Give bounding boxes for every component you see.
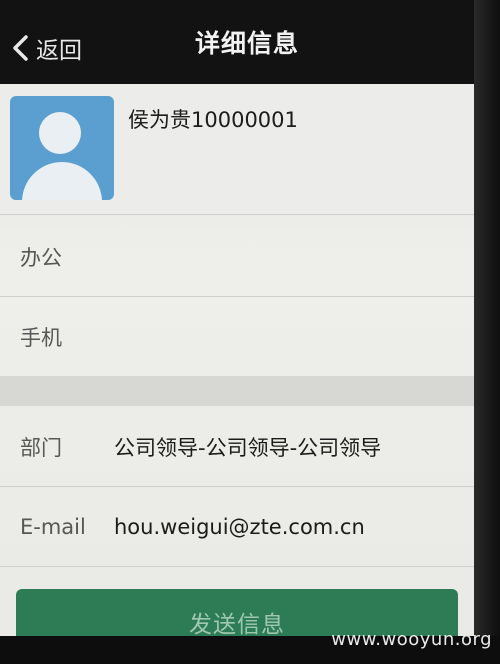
divider xyxy=(0,566,474,567)
divider xyxy=(0,486,474,487)
field-label-email: E-mail xyxy=(20,515,86,539)
field-value-department: 公司领导-公司领导-公司领导 xyxy=(114,436,382,460)
profile-section: 侯为贵10000001 xyxy=(0,84,474,214)
watermark: www.wooyun.org xyxy=(331,629,492,650)
title-bar: 返回 详细信息 xyxy=(0,0,474,84)
divider xyxy=(0,296,474,297)
field-row-department: 部门 公司领导-公司领导-公司领导 xyxy=(0,408,474,486)
field-label-mobile: 手机 xyxy=(20,326,62,350)
field-value-email: hou.weigui@zte.com.cn xyxy=(114,515,365,539)
contact-detail-screen: 返回 详细信息 侯为贵10000001 办公 手机 部门 公司领导-公司领导-公… xyxy=(0,0,500,664)
field-label-department: 部门 xyxy=(20,436,62,460)
avatar-icon xyxy=(10,96,114,200)
field-row-mobile[interactable]: 手机 xyxy=(0,298,474,376)
device-bezel xyxy=(474,0,500,664)
section-separator xyxy=(0,376,474,406)
contact-name: 侯为贵10000001 xyxy=(128,108,298,132)
page-title: 详细信息 xyxy=(194,29,299,58)
divider xyxy=(0,214,474,215)
field-label-office: 办公 xyxy=(20,246,62,270)
field-row-office[interactable]: 办公 xyxy=(0,218,474,296)
field-row-email[interactable]: E-mail hou.weigui@zte.com.cn xyxy=(0,488,474,566)
